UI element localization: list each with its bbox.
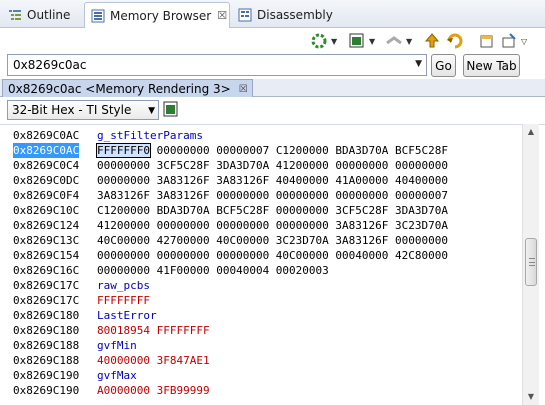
new-tab-button[interactable]: New Tab xyxy=(463,54,520,77)
memory-address: 0x8269C13C xyxy=(13,234,80,247)
memory-address: 0x8269C124 xyxy=(13,219,80,232)
memory-row[interactable]: 0x8269C17C raw_pcbs xyxy=(0,278,520,293)
memory-data[interactable]: 40C00000 42700000 40C00000 3C23D70A 3A83… xyxy=(97,233,448,248)
memory-address: 0x8269C190 xyxy=(13,369,80,382)
memory-view-icon[interactable] xyxy=(348,32,366,50)
memory-row[interactable]: 0x8269C0C4 00000000 3CF5C28F 3DA3D70A 412… xyxy=(0,158,520,173)
memory-data[interactable]: C1200000 BDA3D70A BCF5C28F 00000000 3CF5… xyxy=(97,203,448,218)
tab-disassembly[interactable]: Disassembly xyxy=(232,3,342,27)
disassembly-icon xyxy=(237,7,253,23)
format-options-icon[interactable] xyxy=(163,100,179,118)
format-row: 32-Bit Hex - TI Style ▼ xyxy=(0,97,545,124)
memory-address: 0x8269C190 xyxy=(13,384,80,397)
memory-symbol[interactable]: g_stFilterParams xyxy=(97,128,203,143)
memory-rendering[interactable]: 0x8269C0AC g_stFilterParams 0x8269C0AC FFFF… xyxy=(0,124,545,405)
rendering-tab-label: 0x8269c0ac <Memory Rendering 3> xyxy=(8,82,231,96)
memory-address: 0x8269C16C xyxy=(13,264,80,277)
memory-symbol[interactable]: gvfMax xyxy=(97,368,137,383)
memory-address: 0x8269C10C xyxy=(13,204,80,217)
memory-row[interactable]: 0x8269C188 gvfMin xyxy=(0,338,520,353)
memory-data[interactable]: 41200000 00000000 00000000 00000000 3A83… xyxy=(97,218,448,233)
memory-browser-icon xyxy=(90,8,106,24)
tab-label: Outline xyxy=(27,8,71,22)
scrollbar-thumb[interactable] xyxy=(525,238,537,286)
chevron-down-icon: ▼ xyxy=(406,37,413,46)
memory-row[interactable]: 0x8269C17C FFFFFFFF xyxy=(0,293,520,308)
memory-cell-selected[interactable]: FFFFFFF0 xyxy=(96,143,151,158)
tab-outline[interactable]: Outline xyxy=(2,3,82,27)
memory-data[interactable]: 3A83126F 3A83126F 00000000 00000000 0000… xyxy=(97,188,448,203)
chevron-down-icon: ▼ xyxy=(148,106,155,116)
close-icon[interactable]: ☒ xyxy=(217,9,227,22)
memory-data-changed[interactable]: A0000000 3FB99999 xyxy=(97,383,210,398)
memory-row[interactable]: 0x8269C180 80018954 FFFFFFFF xyxy=(0,323,520,338)
rendering-tab-bar: 0x8269c0ac <Memory Rendering 3> ☒ xyxy=(0,79,545,97)
memory-row[interactable]: 0x8269C180 LastError xyxy=(0,308,520,323)
memory-row[interactable]: 0x8269C188 40000000 3F847AE1 xyxy=(0,353,520,368)
memory-row[interactable]: 0x8269C190 A0000000 3FB99999 xyxy=(0,383,520,398)
tab-memory-browser[interactable]: Memory Browser ☒ xyxy=(84,2,230,28)
chevron-down-icon[interactable]: ▼ xyxy=(369,37,375,46)
memory-row[interactable]: 0x8269C13C 40C00000 42700000 40C00000 3C2… xyxy=(0,233,520,248)
view-menu-icon[interactable]: ▽ xyxy=(521,37,527,46)
memory-address: 0x8269C0C4 xyxy=(13,159,80,172)
memory-address: 0x8269C0F4 xyxy=(13,189,80,202)
memory-data[interactable]: FFFFFFF0 00000000 00000007 C1200000 BDA3… xyxy=(96,143,448,158)
memory-row[interactable]: 0x8269C190 gvfMax xyxy=(0,368,520,383)
memory-address: 0x8269C188 xyxy=(13,339,80,352)
outline-icon xyxy=(7,7,23,23)
address-input[interactable]: 0x8269c0ac ▼ xyxy=(7,54,427,76)
memory-data-changed[interactable]: 80018954 FFFFFFFF xyxy=(97,323,210,338)
memory-address: 0x8269C0DC xyxy=(13,174,80,187)
memory-address: 0x8269C154 xyxy=(13,249,80,262)
memory-data-rest: 00000000 00000007 C1200000 BDA3D70A BCF5… xyxy=(149,144,448,157)
export-icon[interactable] xyxy=(446,32,464,50)
chevron-down-icon[interactable]: ▼ xyxy=(331,37,337,46)
memory-data[interactable]: 00000000 00000000 00000000 40C00000 0004… xyxy=(97,248,448,263)
memory-row[interactable]: 0x8269C0AC g_stFilterParams xyxy=(0,128,520,143)
memory-address: 0x8269C180 xyxy=(13,324,80,337)
memory-data[interactable]: 00000000 3A83126F 3A83126F 40400000 41A0… xyxy=(97,173,448,188)
memory-row[interactable]: 0x8269C124 41200000 00000000 00000000 000… xyxy=(0,218,520,233)
tab-label: Memory Browser xyxy=(110,8,212,23)
scroll-up-icon[interactable]: ▲ xyxy=(523,124,539,140)
vertical-scrollbar[interactable]: ▲ ▼ xyxy=(522,124,539,405)
memory-address: 0x8269C17C xyxy=(13,279,80,292)
memory-row[interactable]: 0x8269C0AC FFFFFFF0 00000000 00000007 C12… xyxy=(0,143,520,158)
address-value: 0x8269c0ac xyxy=(13,58,87,72)
go-button[interactable]: Go xyxy=(431,54,456,77)
format-selected: 32-Bit Hex - TI Style xyxy=(12,103,132,117)
close-icon[interactable]: ☒ xyxy=(239,84,248,95)
memory-symbol[interactable]: gvfMin xyxy=(97,338,137,353)
memory-address: 0x8269C188 xyxy=(13,354,80,367)
memory-row[interactable]: 0x8269C0DC 00000000 3A83126F 3A83126F 404… xyxy=(0,173,520,188)
memory-toolbar: ▼ ▼ ▼ ▽ xyxy=(0,29,545,53)
memory-row[interactable]: 0x8269C16C 00000000 41F00000 00040004 000… xyxy=(0,263,520,278)
memory-data[interactable]: 00000000 41F00000 00040004 00020003 xyxy=(97,263,329,278)
memory-row[interactable]: 0x8269C0F4 3A83126F 3A83126F 00000000 000… xyxy=(0,188,520,203)
memory-address: 0x8269C180 xyxy=(13,309,80,322)
memory-data[interactable]: 00000000 3CF5C28F 3DA3D70A 41200000 0000… xyxy=(97,158,448,173)
memory-symbol[interactable]: raw_pcbs xyxy=(97,278,150,293)
view-tab-bar: Outline Memory Browser ☒ Disassembly xyxy=(0,0,545,28)
pin-icon[interactable] xyxy=(500,32,518,50)
import-icon[interactable] xyxy=(423,32,441,50)
memory-symbol[interactable]: LastError xyxy=(97,308,157,323)
memory-row[interactable]: 0x8269C154 00000000 00000000 00000000 40C… xyxy=(0,248,520,263)
tab-label: Disassembly xyxy=(257,8,333,22)
new-tab-icon[interactable] xyxy=(478,32,496,50)
address-row: 0x8269c0ac ▼ Go New Tab xyxy=(0,53,545,79)
memory-address: 0x8269C0AC xyxy=(13,129,80,142)
memory-data-changed[interactable]: 40000000 3F847AE1 xyxy=(97,353,210,368)
refresh-icon[interactable] xyxy=(310,32,328,50)
chevron-down-icon[interactable]: ▼ xyxy=(415,59,422,69)
format-select[interactable]: 32-Bit Hex - TI Style ▼ xyxy=(7,100,159,120)
memory-row[interactable]: 0x8269C10C C1200000 BDA3D70A BCF5C28F 000… xyxy=(0,203,520,218)
memory-address: 0x8269C17C xyxy=(13,294,80,307)
connect-icon[interactable] xyxy=(385,32,403,50)
tab-memory-rendering[interactable]: 0x8269c0ac <Memory Rendering 3> ☒ xyxy=(2,79,253,97)
scroll-down-icon[interactable]: ▼ xyxy=(523,389,539,405)
memory-data-changed[interactable]: FFFFFFFF xyxy=(97,293,150,308)
memory-address: 0x8269C0AC xyxy=(13,143,80,158)
